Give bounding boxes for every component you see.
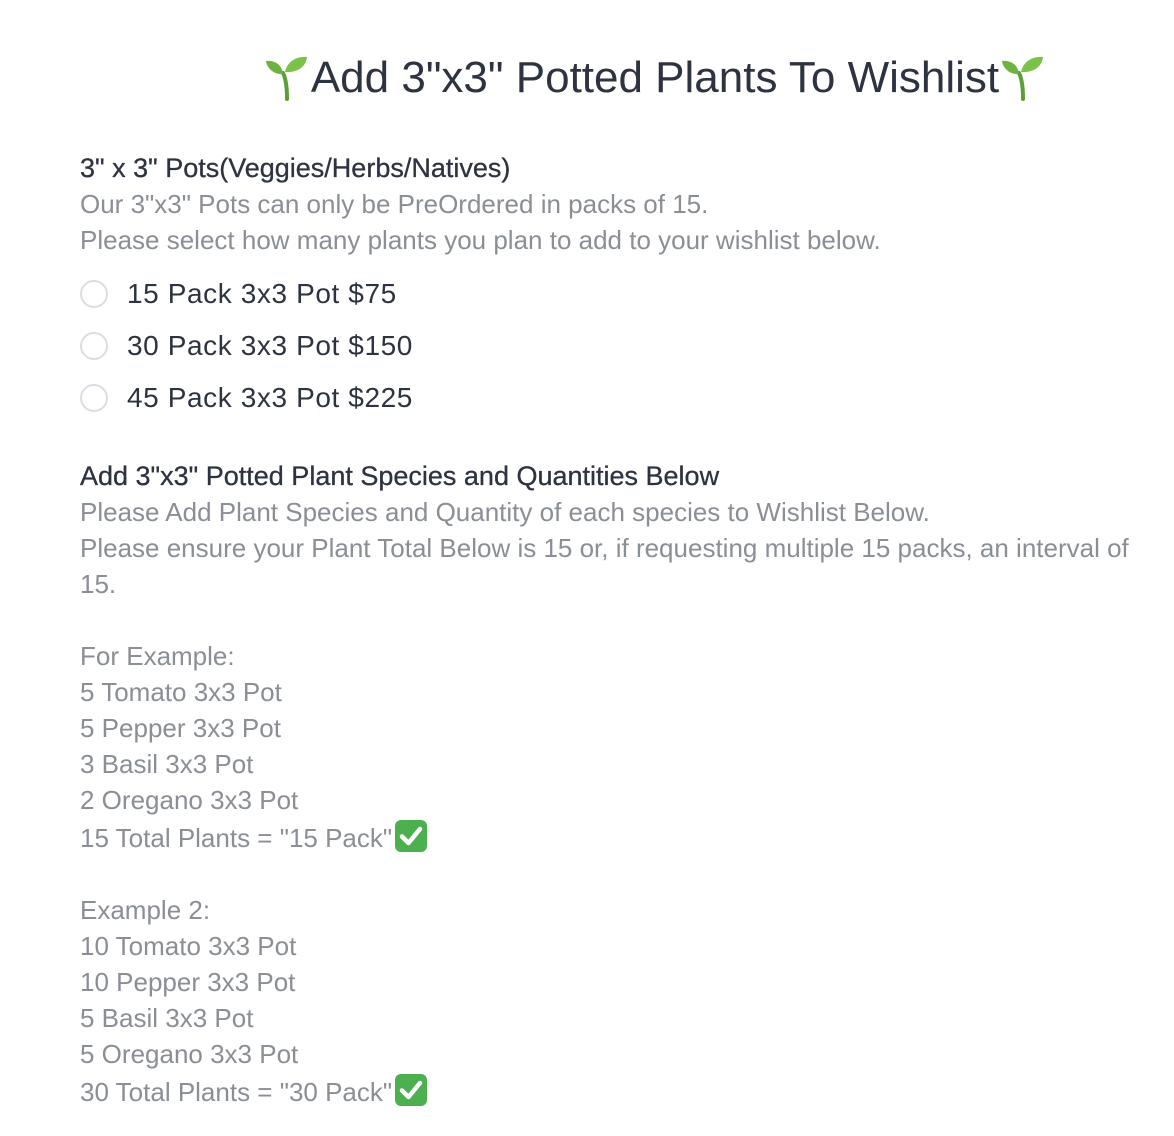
example-1: For Example: 5 Tomato 3x3 Pot 5 Pepper 3… — [80, 638, 1154, 856]
radio-option-label: 45 Pack 3x3 Pot $225 — [127, 382, 413, 413]
example-heading: For Example: — [80, 641, 235, 671]
page-title-text: Add 3"x3" Potted Plants To Wishlist — [310, 53, 1000, 102]
example-line: 5 Oregano 3x3 Pot — [80, 1039, 299, 1069]
example-line: 5 Tomato 3x3 Pot — [80, 677, 282, 707]
example-total-text: 15 Total Plants = "15 Pack" — [80, 823, 393, 853]
example-total: 15 Total Plants = "15 Pack" — [80, 818, 1154, 856]
example-line: 5 Basil 3x3 Pot — [80, 1003, 254, 1033]
example-total: 30 Total Plants = "30 Pack" — [80, 1072, 1154, 1110]
pot-size-heading: 3" x 3" Pots(Veggies/Herbs/Natives) — [80, 153, 511, 183]
check-mark-icon — [393, 818, 429, 854]
example-line: 10 Tomato 3x3 Pot — [80, 931, 297, 961]
example-total-text: 30 Total Plants = "30 Pack" — [80, 1077, 393, 1107]
species-description-line: Please Add Plant Species and Quantity of… — [80, 497, 930, 527]
example-2: Example 2: 10 Tomato 3x3 Pot 10 Pepper 3… — [80, 892, 1154, 1110]
seedling-icon — [263, 53, 311, 101]
radio-option-15-pack[interactable]: 15 Pack 3x3 Pot $75 — [80, 268, 1154, 320]
example-line: 10 Pepper 3x3 Pot — [80, 967, 296, 997]
example-line: 3 Basil 3x3 Pot — [80, 749, 254, 779]
example-line: 5 Pepper 3x3 Pot — [80, 713, 281, 743]
species-section: Add 3"x3" Potted Plant Species and Quant… — [80, 458, 1154, 1110]
radio-option-45-pack[interactable]: 45 Pack 3x3 Pot $225 — [80, 372, 1154, 424]
example-heading: Example 2: — [80, 895, 211, 925]
example-line: 2 Oregano 3x3 Pot — [80, 785, 299, 815]
pack-radio-group: 15 Pack 3x3 Pot $75 30 Pack 3x3 Pot $150… — [80, 268, 1154, 424]
radio-button[interactable] — [80, 384, 108, 412]
pot-size-description-line: Our 3"x3" Pots can only be PreOrdered in… — [80, 189, 709, 219]
radio-option-30-pack[interactable]: 30 Pack 3x3 Pot $150 — [80, 320, 1154, 372]
radio-option-label: 15 Pack 3x3 Pot $75 — [127, 278, 397, 309]
seedling-icon — [999, 53, 1047, 101]
radio-button[interactable] — [80, 280, 108, 308]
pot-size-section: 3" x 3" Pots(Veggies/Herbs/Natives) Our … — [80, 150, 1154, 424]
radio-option-label: 30 Pack 3x3 Pot $150 — [127, 330, 413, 361]
radio-button[interactable] — [80, 332, 108, 360]
page-title: Add 3"x3" Potted Plants To Wishlist — [0, 50, 1174, 106]
species-heading: Add 3"x3" Potted Plant Species and Quant… — [80, 461, 720, 491]
species-description-line: Please ensure your Plant Total Below is … — [80, 533, 1137, 599]
pot-size-description-line: Please select how many plants you plan t… — [80, 225, 881, 255]
check-mark-icon — [393, 1072, 429, 1108]
